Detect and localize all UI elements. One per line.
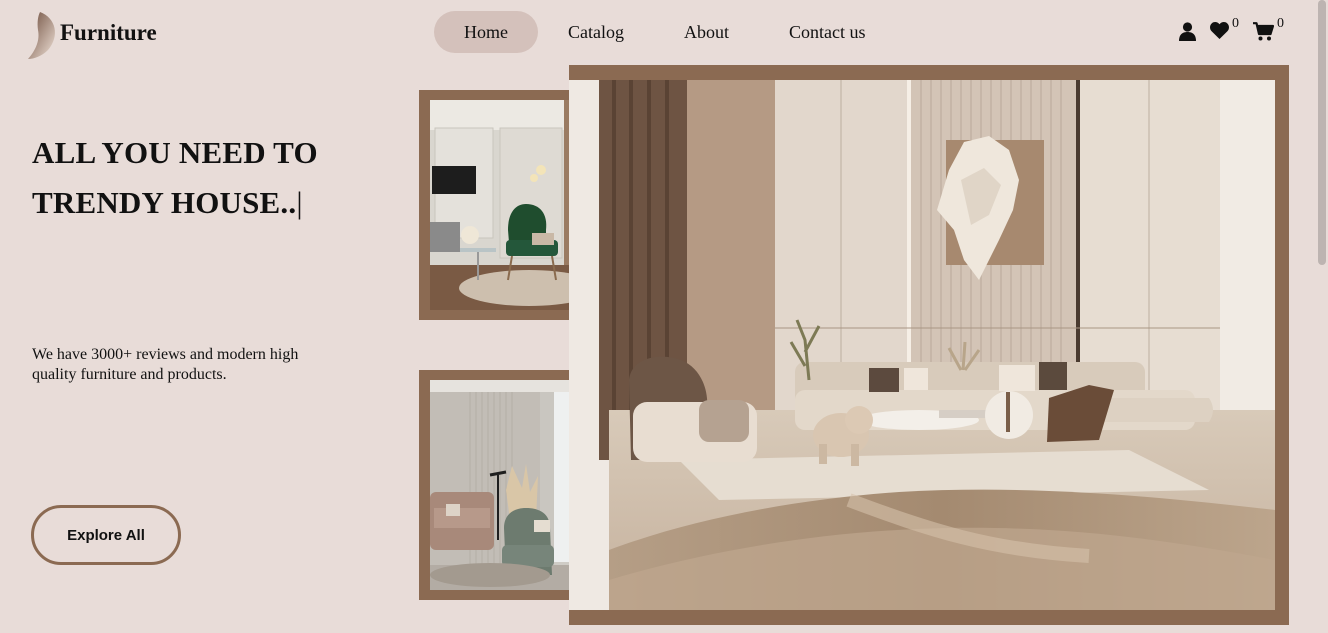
headline-line-2: TRENDY HOUSE.. — [32, 185, 297, 220]
hero-headline: ALL YOU NEED TO TRENDY HOUSE..| — [32, 128, 392, 228]
header-actions: 0 0 — [1165, 16, 1284, 41]
cart-icon — [1253, 22, 1274, 41]
hero-description: We have 3000+ reviews and modern high qu… — [32, 346, 299, 383]
living-room-grey-chair-image — [430, 380, 589, 590]
typing-caret: | — [296, 185, 303, 220]
user-icon — [1179, 22, 1196, 41]
cart-button[interactable]: 0 — [1253, 16, 1284, 41]
headline-line-1: ALL YOU NEED TO — [32, 135, 318, 170]
brand-name: Furniture — [60, 20, 157, 45]
explore-all-button[interactable]: Explore All — [31, 505, 181, 565]
brand-logo[interactable]: Furniture — [26, 10, 157, 60]
main-nav: Home Catalog About Contact us — [434, 11, 896, 53]
wishlist-count: 0 — [1232, 16, 1239, 31]
nav-contact[interactable]: Contact us — [759, 11, 896, 53]
cart-count: 0 — [1277, 16, 1284, 31]
scrollbar-thumb[interactable] — [1318, 0, 1326, 265]
hero-living-room-image — [569, 80, 1275, 610]
nav-home[interactable]: Home — [434, 11, 538, 53]
heart-icon — [1210, 22, 1229, 39]
living-room-green-chair-image — [430, 100, 589, 310]
nav-catalog[interactable]: Catalog — [538, 11, 654, 53]
leaf-logo-icon — [28, 12, 55, 59]
nav-about[interactable]: About — [654, 11, 759, 53]
account-button[interactable] — [1179, 18, 1196, 41]
wishlist-button[interactable]: 0 — [1210, 16, 1239, 39]
